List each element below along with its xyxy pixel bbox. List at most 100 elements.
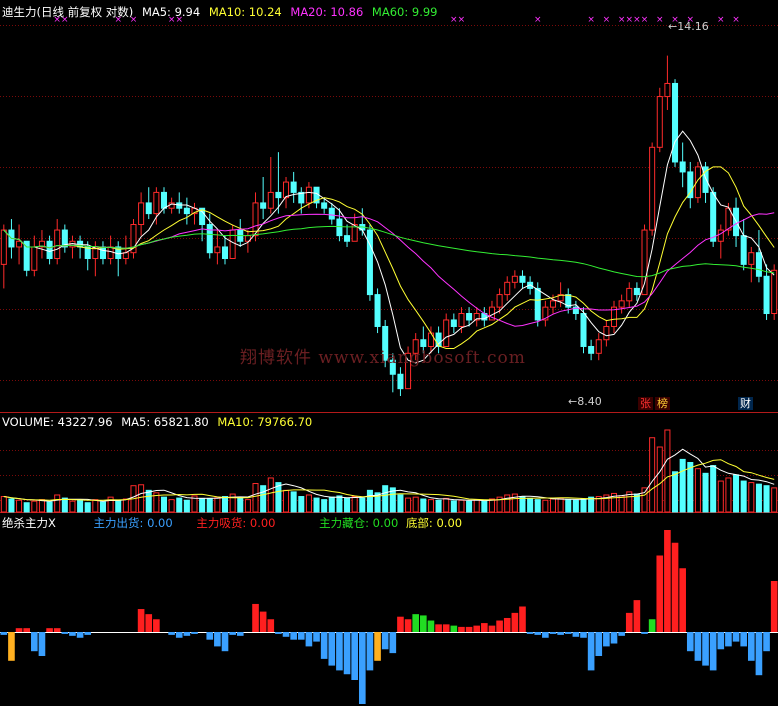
candle-body [16, 240, 23, 248]
volume-bar [534, 499, 541, 513]
indicator-bar [8, 632, 15, 661]
candle-body [511, 275, 518, 283]
volume-bar [565, 499, 572, 513]
indicator-bar [84, 632, 92, 635]
indicator-bar [46, 628, 53, 632]
candle-body [641, 229, 648, 296]
indicator-bar [0, 632, 8, 635]
indicator-bar [473, 625, 481, 632]
volume-bar [336, 495, 343, 513]
candle-body [366, 229, 373, 296]
indicator-bar [53, 628, 61, 632]
indicator-bar [145, 614, 153, 632]
indicator-bar [534, 632, 542, 635]
candle-body [31, 246, 38, 271]
indicator-bar [633, 600, 641, 632]
volume-bar [572, 499, 579, 513]
candle-body [153, 191, 160, 215]
candle-body [626, 287, 633, 302]
dibu-readout: 底部: 0.00 [405, 516, 463, 530]
indicator-bar [717, 632, 725, 650]
candle-body [710, 191, 717, 242]
indicator-bar [397, 616, 404, 632]
indicator-bar [320, 632, 328, 659]
indicator-bar [770, 581, 778, 632]
volume-bar [405, 497, 412, 513]
volume-bar [359, 497, 366, 513]
volume-bar [321, 499, 328, 513]
indicator-bar [442, 624, 450, 632]
candle-body [649, 146, 656, 231]
volume-readout: VOLUME: 43227.96 [2, 415, 113, 429]
candle-body [450, 319, 457, 327]
candle-body [603, 325, 610, 341]
candle-body [229, 229, 236, 260]
indicator-bar [702, 632, 709, 666]
candle-body [260, 202, 267, 209]
indicator-panel-header: 绝杀主力X 主力出货: 0.00 主力吸货: 0.00 主力藏仓: 0.00 底… [2, 515, 467, 531]
indicator-bar [671, 542, 679, 632]
candle-body [740, 235, 747, 265]
indicator-bar [153, 619, 160, 632]
volume-bar [382, 485, 389, 513]
indicator-bar [267, 619, 275, 632]
candle-body [687, 171, 694, 199]
indicator-bar [755, 632, 763, 676]
volume-bar [46, 501, 53, 513]
volume-bar [557, 497, 564, 513]
volume-bar [733, 474, 740, 513]
volume-bar [397, 494, 404, 513]
ma10-readout: MA10: 10.24 [208, 5, 282, 19]
indicator-bar [511, 612, 519, 632]
candle-body [534, 287, 541, 321]
indicator-bar [137, 609, 145, 632]
volume-bar [649, 437, 656, 513]
indicator-bar [747, 632, 755, 661]
indicator-bar [38, 632, 46, 656]
indicator-bar [481, 623, 488, 632]
tag-zhang[interactable]: 张 [638, 397, 653, 410]
indicator-bar [191, 632, 198, 634]
candle-body [183, 207, 190, 215]
ma5-readout: MA5: 9.94 [141, 5, 201, 19]
indicator-bar [374, 632, 381, 661]
indicator-bar [542, 632, 549, 638]
volume-bar [237, 496, 244, 513]
indicator-bar [343, 632, 351, 675]
volume-bar [641, 487, 648, 513]
volume-bar [763, 485, 770, 513]
indicator-bar [595, 632, 603, 656]
indicator-bar [557, 632, 564, 635]
ma20-readout: MA20: 10.86 [290, 5, 364, 19]
volume-bar [458, 499, 465, 513]
volume-bar [527, 497, 534, 513]
volume-bar [252, 483, 259, 513]
indicator-bar [259, 611, 267, 632]
indicator-bar [183, 632, 191, 636]
low-price-value: 8.40 [577, 395, 602, 408]
tag-bang[interactable]: 榜 [655, 397, 670, 410]
indicator-bar [221, 632, 229, 652]
volume-bar [31, 500, 38, 513]
signal-marker: × [625, 15, 633, 25]
chuhuo-readout: 主力出货: 0.00 [93, 516, 173, 530]
candle-body [176, 202, 183, 209]
volume-bar [77, 499, 84, 513]
candle-body [54, 229, 61, 260]
volume-bar [473, 499, 480, 513]
candle-body [344, 235, 351, 242]
volume-bar [580, 498, 587, 513]
volume-bar [328, 496, 335, 513]
volume-bar [488, 498, 495, 513]
indicator-bar [549, 632, 557, 634]
volume-bar [145, 489, 152, 513]
indicator-bar [420, 615, 427, 632]
indicator-bar [740, 632, 747, 647]
tag-cai[interactable]: 财 [738, 397, 753, 410]
volume-bar [244, 499, 251, 513]
volume-bar [61, 497, 68, 513]
volume-bar [16, 499, 23, 513]
indicator-bar [587, 632, 595, 671]
indicator-bar [404, 619, 412, 632]
indicator-bar [206, 632, 214, 640]
